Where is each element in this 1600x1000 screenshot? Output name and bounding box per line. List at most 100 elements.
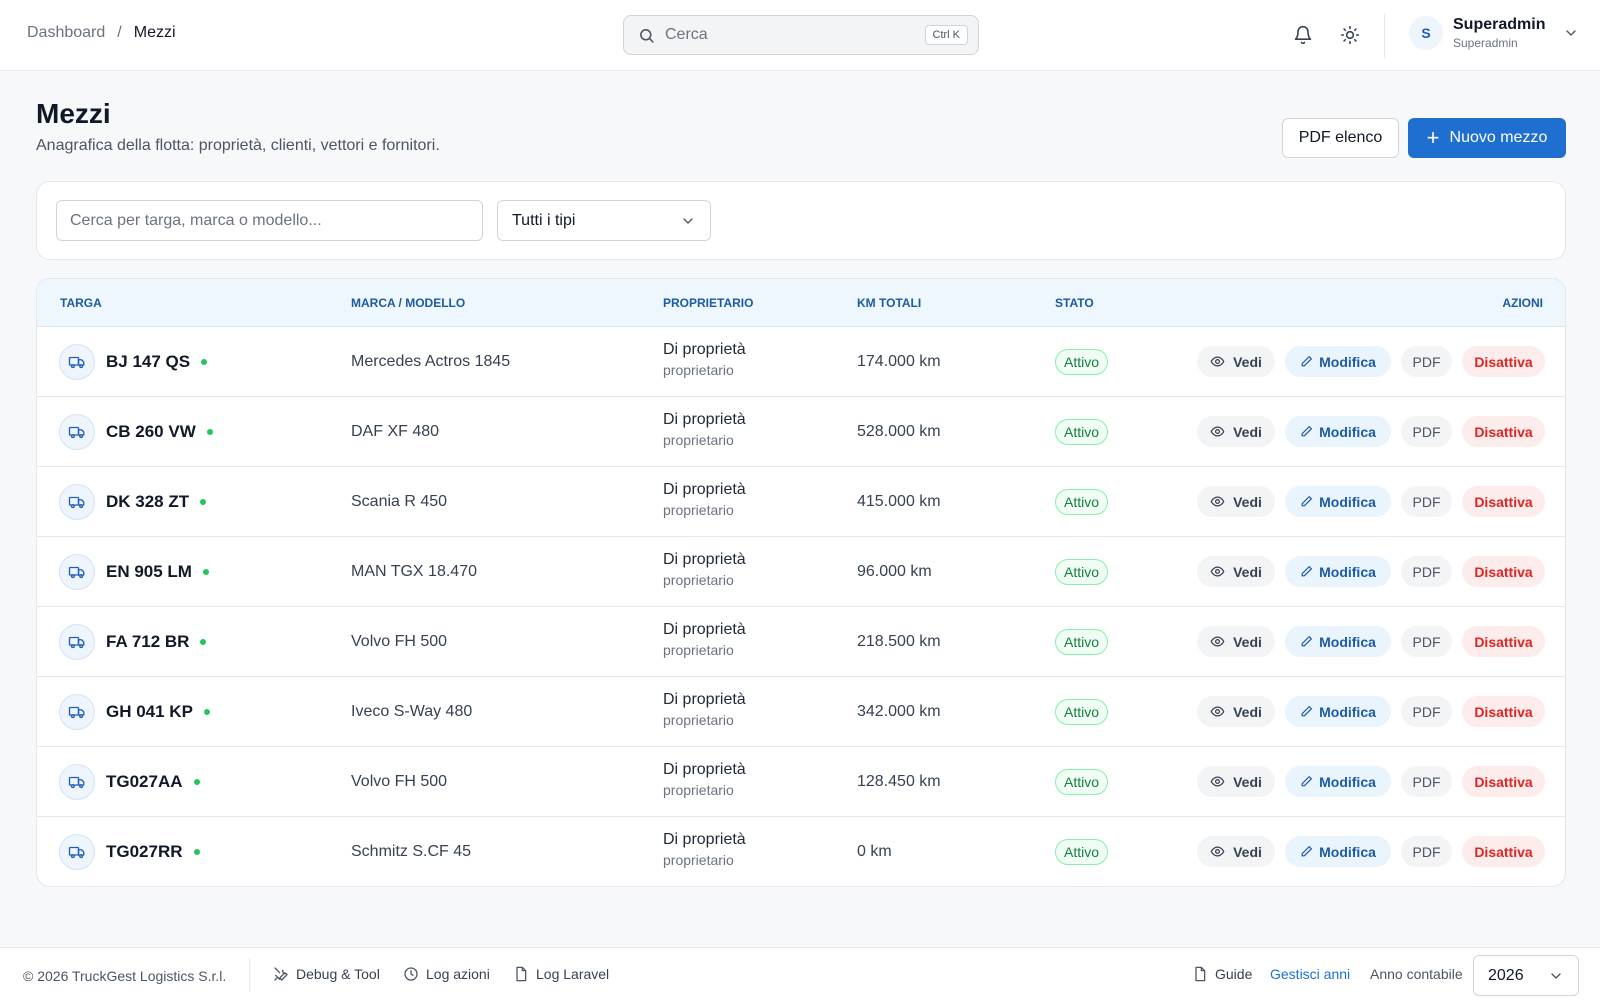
- view-button[interactable]: Vedi: [1197, 836, 1275, 867]
- vehicle-km: 0 km: [857, 843, 892, 860]
- pdf-button[interactable]: PDF: [1401, 346, 1452, 377]
- vehicle-plate: EN 905 LM: [106, 562, 209, 582]
- table-row: TG027AA Volvo FH 500 Di proprietà propri…: [37, 747, 1565, 817]
- truck-icon: [59, 694, 95, 730]
- pdf-button[interactable]: PDF: [1401, 696, 1452, 727]
- truck-icon: [59, 834, 95, 870]
- breadcrumb-dashboard-link[interactable]: Dashboard: [27, 24, 105, 42]
- pdf-button[interactable]: PDF: [1401, 766, 1452, 797]
- type-filter-select[interactable]: Tutti i tipi: [497, 200, 711, 241]
- pencil-icon: [1301, 426, 1313, 437]
- deactivate-button[interactable]: Disattiva: [1462, 766, 1545, 797]
- vehicle-plate: TG027AA: [106, 772, 200, 792]
- user-menu[interactable]: S Superadmin Superadmin: [1409, 16, 1579, 50]
- edit-button[interactable]: Modifica: [1285, 766, 1391, 797]
- global-search-input[interactable]: Cerca Ctrl K: [623, 15, 979, 55]
- vehicle-km: 528.000 km: [857, 423, 941, 440]
- pdf-button[interactable]: PDF: [1401, 626, 1452, 657]
- vehicle-owner: Di proprietà proprietario: [663, 411, 746, 448]
- column-header-targa[interactable]: TARGA: [60, 296, 102, 310]
- status-dot: [203, 709, 210, 715]
- view-label: Vedi: [1233, 423, 1262, 440]
- pdf-button[interactable]: PDF: [1401, 836, 1452, 867]
- edit-button[interactable]: Modifica: [1285, 556, 1391, 587]
- theme-toggle-button[interactable]: [1338, 23, 1362, 47]
- deactivate-button[interactable]: Disattiva: [1462, 836, 1545, 867]
- plate-text: TG027RR: [106, 842, 183, 861]
- status-dot: [206, 429, 213, 435]
- edit-button[interactable]: Modifica: [1285, 696, 1391, 727]
- status-badge: Attivo: [1055, 839, 1109, 865]
- table-row: FA 712 BR Volvo FH 500 Di proprietà prop…: [37, 607, 1565, 677]
- owner-role: proprietario: [663, 432, 734, 448]
- eye-icon: [1210, 776, 1225, 787]
- column-header-stato[interactable]: STATO: [1055, 296, 1094, 310]
- edit-button[interactable]: Modifica: [1285, 626, 1391, 657]
- vehicle-km: 128.450 km: [857, 773, 941, 790]
- footer-guide-link[interactable]: Guide: [1192, 966, 1252, 982]
- vehicle-plate: BJ 147 QS: [106, 352, 208, 372]
- column-header-proprietario[interactable]: PROPRIETARIO: [663, 296, 753, 310]
- edit-label: Modifica: [1319, 843, 1376, 860]
- deactivate-button[interactable]: Disattiva: [1462, 696, 1545, 727]
- view-label: Vedi: [1233, 493, 1262, 510]
- vehicle-search-input[interactable]: Cerca per targa, marca o modello...: [56, 200, 483, 241]
- plate-text: FA 712 BR: [106, 632, 190, 651]
- vehicle-owner: Di proprietà proprietario: [663, 831, 746, 868]
- footer-log-actions-link[interactable]: Log azioni: [403, 966, 490, 982]
- column-header-km[interactable]: KM TOTALI: [857, 296, 921, 310]
- view-button[interactable]: Vedi: [1197, 556, 1275, 587]
- plate-text: DK 328 ZT: [106, 492, 190, 511]
- plate-text: CB 260 VW: [106, 422, 196, 441]
- deactivate-button[interactable]: Disattiva: [1462, 416, 1545, 447]
- owner-role: proprietario: [663, 642, 734, 658]
- view-button[interactable]: Vedi: [1197, 626, 1275, 657]
- search-icon: [640, 28, 654, 43]
- vehicle-model: Iveco S-Way 480: [351, 703, 473, 720]
- view-button[interactable]: Vedi: [1197, 696, 1275, 727]
- footer-log-laravel-link[interactable]: Log Laravel: [513, 966, 609, 982]
- sun-icon: [1340, 25, 1360, 45]
- owner-type: Di proprietà: [663, 341, 746, 358]
- footer-debug-label: Debug & Tool: [296, 966, 380, 982]
- pencil-icon: [1301, 356, 1313, 367]
- footer-log-actions-label: Log azioni: [426, 966, 490, 982]
- footer: © 2026 TruckGest Logistics S.r.l. Debug …: [0, 947, 1600, 1000]
- footer-debug-link[interactable]: Debug & Tool: [273, 966, 380, 982]
- pdf-button[interactable]: PDF: [1401, 486, 1452, 517]
- edit-button[interactable]: Modifica: [1285, 486, 1391, 517]
- eye-icon: [1210, 426, 1225, 437]
- notifications-button[interactable]: [1291, 23, 1315, 47]
- edit-label: Modifica: [1319, 773, 1376, 790]
- deactivate-button[interactable]: Disattiva: [1462, 626, 1545, 657]
- manage-years-link[interactable]: Gestisci anni: [1270, 966, 1350, 982]
- view-button[interactable]: Vedi: [1197, 416, 1275, 447]
- pdf-button[interactable]: PDF: [1401, 416, 1452, 447]
- new-vehicle-button[interactable]: + Nuovo mezzo: [1408, 118, 1566, 158]
- fiscal-year-select[interactable]: 2026: [1473, 955, 1579, 996]
- table-row: EN 905 LM MAN TGX 18.470 Di proprietà pr…: [37, 537, 1565, 607]
- edit-button[interactable]: Modifica: [1285, 836, 1391, 867]
- tools-icon: [274, 967, 288, 981]
- vehicle-model: MAN TGX 18.470: [351, 563, 477, 580]
- deactivate-button[interactable]: Disattiva: [1462, 556, 1545, 587]
- column-header-marca-modello[interactable]: MARCA / MODELLO: [351, 296, 465, 310]
- pdf-button[interactable]: PDF: [1401, 556, 1452, 587]
- edit-button[interactable]: Modifica: [1285, 346, 1391, 377]
- owner-role: proprietario: [663, 852, 734, 868]
- vehicle-model: Mercedes Actros 1845: [351, 353, 511, 370]
- edit-button[interactable]: Modifica: [1285, 416, 1391, 447]
- vehicle-km: 218.500 km: [857, 633, 941, 650]
- owner-type: Di proprietà: [663, 411, 746, 428]
- new-vehicle-label: Nuovo mezzo: [1449, 129, 1548, 146]
- owner-type: Di proprietà: [663, 691, 746, 708]
- deactivate-button[interactable]: Disattiva: [1462, 486, 1545, 517]
- view-button[interactable]: Vedi: [1197, 486, 1275, 517]
- plate-text: EN 905 LM: [106, 562, 192, 581]
- deactivate-button[interactable]: Disattiva: [1462, 346, 1545, 377]
- page-subtitle: Anagrafica della flotta: proprietà, clie…: [36, 137, 440, 154]
- pdf-list-button[interactable]: PDF elenco: [1282, 118, 1399, 158]
- view-button[interactable]: Vedi: [1197, 346, 1275, 377]
- truck-icon: [59, 414, 95, 450]
- view-button[interactable]: Vedi: [1197, 766, 1275, 797]
